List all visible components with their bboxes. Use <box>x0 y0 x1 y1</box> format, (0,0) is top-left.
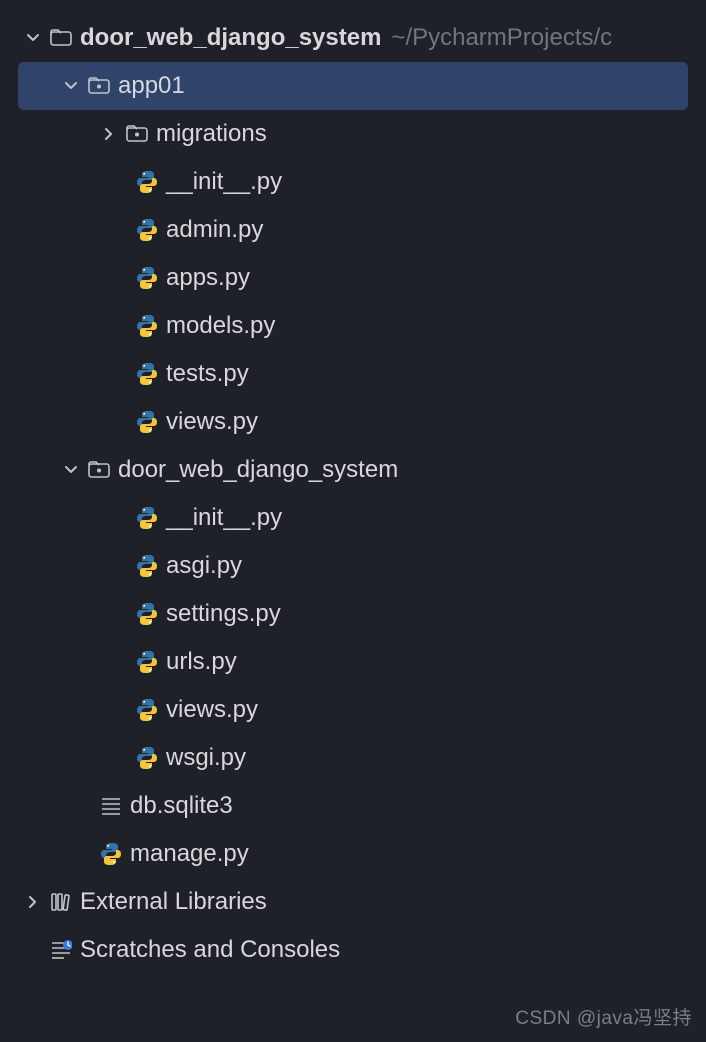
file-label: settings.py <box>166 600 281 628</box>
python-file-icon <box>132 362 162 386</box>
python-file-icon <box>132 746 162 770</box>
tree-row-app01[interactable]: app01 <box>18 62 688 110</box>
python-file-icon <box>132 650 162 674</box>
file-label: admin.py <box>166 216 263 244</box>
file-label: __init__.py <box>166 504 282 532</box>
folder-label: door_web_django_system <box>118 456 398 484</box>
scratches-icon <box>46 939 76 961</box>
python-file-icon <box>132 218 162 242</box>
project-tree: door_web_django_system ~/PycharmProjects… <box>0 0 706 1042</box>
chevron-right-icon[interactable] <box>96 127 122 141</box>
tree-row-file[interactable]: admin.py <box>0 206 706 254</box>
tree-row-migrations[interactable]: migrations <box>0 110 706 158</box>
tree-row-scratches[interactable]: Scratches and Consoles <box>0 926 706 974</box>
tree-row-file[interactable]: tests.py <box>0 350 706 398</box>
tree-row-file[interactable]: manage.py <box>0 830 706 878</box>
tree-row-file[interactable]: models.py <box>0 302 706 350</box>
python-file-icon <box>132 602 162 626</box>
tree-row-file[interactable]: wsgi.py <box>0 734 706 782</box>
tree-row-file[interactable]: views.py <box>0 686 706 734</box>
watermark: CSDN @java冯坚持 <box>515 1003 692 1030</box>
file-label: models.py <box>166 312 275 340</box>
project-root-path: ~/PycharmProjects/c <box>391 24 612 52</box>
folder-dot-icon <box>84 459 114 481</box>
file-label: wsgi.py <box>166 744 246 772</box>
chevron-down-icon[interactable] <box>58 463 84 477</box>
python-file-icon <box>132 410 162 434</box>
file-label: views.py <box>166 696 258 724</box>
file-label: tests.py <box>166 360 249 388</box>
file-label: urls.py <box>166 648 237 676</box>
folder-dot-icon <box>84 75 114 97</box>
external-libraries-label: External Libraries <box>80 888 267 916</box>
tree-row-package[interactable]: door_web_django_system <box>0 446 706 494</box>
tree-row-file[interactable]: apps.py <box>0 254 706 302</box>
tree-row-file[interactable]: urls.py <box>0 638 706 686</box>
file-label: __init__.py <box>166 168 282 196</box>
chevron-right-icon[interactable] <box>20 895 46 909</box>
folder-dot-icon <box>122 123 152 145</box>
tree-row-file[interactable]: db.sqlite3 <box>0 782 706 830</box>
python-file-icon <box>132 314 162 338</box>
scratches-label: Scratches and Consoles <box>80 936 340 964</box>
tree-row-file[interactable]: asgi.py <box>0 542 706 590</box>
python-file-icon <box>132 170 162 194</box>
python-file-icon <box>132 266 162 290</box>
python-file-icon <box>132 554 162 578</box>
python-file-icon <box>132 506 162 530</box>
project-root-label: door_web_django_system <box>80 24 381 52</box>
file-label: views.py <box>166 408 258 436</box>
tree-row-file[interactable]: __init__.py <box>0 158 706 206</box>
folder-icon <box>46 27 76 49</box>
tree-row-file[interactable]: __init__.py <box>0 494 706 542</box>
chevron-down-icon[interactable] <box>20 31 46 45</box>
tree-row-file[interactable]: views.py <box>0 398 706 446</box>
text-file-icon <box>96 795 126 817</box>
folder-label: app01 <box>118 72 185 100</box>
tree-row-file[interactable]: settings.py <box>0 590 706 638</box>
file-label: manage.py <box>130 840 249 868</box>
file-label: apps.py <box>166 264 250 292</box>
tree-row-external-libraries[interactable]: External Libraries <box>0 878 706 926</box>
file-label: asgi.py <box>166 552 242 580</box>
library-icon <box>46 891 76 913</box>
file-label: db.sqlite3 <box>130 792 233 820</box>
folder-label: migrations <box>156 120 267 148</box>
python-file-icon <box>96 842 126 866</box>
python-file-icon <box>132 698 162 722</box>
chevron-down-icon[interactable] <box>58 79 84 93</box>
tree-row-project-root[interactable]: door_web_django_system ~/PycharmProjects… <box>0 14 706 62</box>
